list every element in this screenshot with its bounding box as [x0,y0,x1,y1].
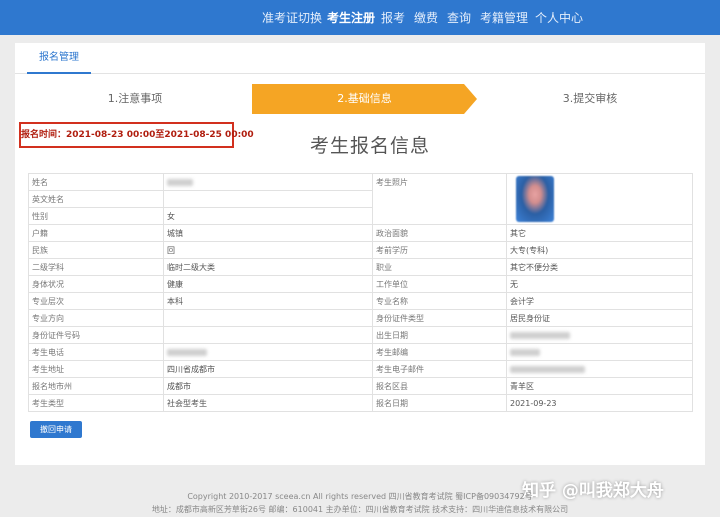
form-title: 考生报名信息 [309,135,430,157]
field-label: 专业名称 [372,292,507,310]
field-label: 考生地址 [28,360,164,378]
field-value: 青羊区 [506,377,693,395]
field-value: 本科 [163,292,373,310]
table-row: 专业方向 身份证件类型 居民身份证 [28,309,693,327]
nav-apply[interactable]: 报考 [381,9,405,26]
nav-payment[interactable]: 缴费 [414,9,438,26]
footer-address: 地址：成都市高新区芳草街26号 邮编：610041 主办单位：四川省教育考试院 … [151,505,569,514]
main-panel: 报名管理 1.注意事项 2.基础信息 3.提交审核 报名时间：2021-08-2… [15,43,705,465]
candidate-photo [516,176,554,222]
field-label: 考生电话 [28,343,164,361]
table-row: 专业层次 本科 专业名称 会计学 [28,292,693,310]
table-row: 民族回考前学历 大专(专科) [28,241,693,259]
tab-registration-management[interactable]: 报名管理 [27,43,91,74]
field-value [163,309,373,327]
table-row: 报名地市州 成都市 报名区县 青羊区 [28,377,693,395]
field-value [163,326,373,344]
redacted-value [510,365,585,373]
field-value: 回 [163,241,373,259]
field-label: 考前学历 [372,241,507,259]
field-label: 户籍 [28,224,164,242]
step-progress: 1.注意事项 2.基础信息 3.提交审核 [15,84,705,114]
field-value: 居民身份证 [506,309,693,327]
english-name-label: 英文姓名 [28,190,164,208]
step-submit-review: 3.提交审核 [562,92,618,105]
candidate-info-table: 姓名 考生照片 英文姓名 性别 女 户籍 城镇 政治面貌 其它 民族回考前学历 大专(专科… [28,173,693,412]
field-value: 城镇 [163,224,373,242]
field-label: 政治面貌 [372,224,507,242]
field-label: 报名地市州 [28,377,164,395]
english-name-value [163,190,373,208]
field-value: 大专(专科) [506,241,693,259]
photo-label: 考生照片 [372,173,507,225]
field-label: 专业层次 [28,292,164,310]
field-value [506,343,693,361]
table-row: 身体状况 健康 工作单位无 [28,275,693,293]
step-notice: 1.注意事项 [107,92,163,105]
name-value [163,173,373,191]
field-label: 身体状况 [28,275,164,293]
field-label: 报名区县 [372,377,507,395]
field-value: 健康 [163,275,373,293]
field-value: 其它不便分类 [506,258,693,276]
field-label: 出生日期 [372,326,507,344]
table-row: 考生类型 社会型考生 报名日期 2021-09-23 [28,394,693,412]
field-label: 身份证件号码 [28,326,164,344]
field-label: 身份证件类型 [372,309,507,327]
field-value: 会计学 [506,292,693,310]
field-label: 职业 [372,258,507,276]
field-label: 考生类型 [28,394,164,412]
field-value: 无 [506,275,693,293]
table-row: 姓名 考生照片 [28,173,693,225]
field-label: 专业方向 [28,309,164,327]
field-value [506,326,693,344]
table-row: 二级学科 临时二级大类 职业 其它不便分类 [28,258,693,276]
field-value: 临时二级大类 [163,258,373,276]
field-label: 考生邮编 [372,343,507,361]
redacted-value [167,348,207,356]
top-nav-bar: 准考证切换 考生注册 报考 缴费 查询 考籍管理 个人中心 [0,0,720,35]
nav-candidate-register[interactable]: 考生注册 [327,9,375,26]
gender-label: 性别 [28,207,164,225]
photo-cell [506,173,693,225]
table-row: 身份证件号码 出生日期 [28,326,693,344]
field-label: 报名日期 [372,394,507,412]
field-value: 2021-09-23 [506,394,693,412]
redacted-value [510,348,540,356]
field-value [163,343,373,361]
nav-records[interactable]: 考籍管理 [480,9,528,26]
field-value [506,360,693,378]
footer-copyright: Copyright 2010-2017 sceea.cn All rights … [187,492,533,501]
field-value: 成都市 [163,377,373,395]
field-label: 考生电子邮件 [372,360,507,378]
tab-bar: 报名管理 [15,43,705,74]
nav-admission-switch[interactable]: 准考证切换 [262,9,322,26]
name-label: 姓名 [28,173,164,191]
registration-time-notice: 报名时间：2021-08-23 00:00至2021-08-25 00:00 [19,122,254,148]
nav-personal-center[interactable]: 个人中心 [535,9,583,26]
field-label: 二级学科 [28,258,164,276]
table-row: 户籍 城镇 政治面貌 其它 [28,224,693,242]
redacted-value [510,331,570,339]
field-label: 民族 [28,241,164,259]
field-value: 其它 [506,224,693,242]
table-row: 考生地址 四川省成都市 考生电子邮件 [28,360,693,378]
field-value: 社会型考生 [163,394,373,412]
nav-query[interactable]: 查询 [447,9,471,26]
field-value: 四川省成都市 [163,360,373,378]
gender-value: 女 [163,207,373,225]
step-basic-info: 2.基础信息 [337,92,392,105]
withdraw-application-button[interactable]: 撤回申请 [30,421,82,438]
table-row: 考生电话 考生邮编 [28,343,693,361]
field-label: 工作单位 [372,275,507,293]
